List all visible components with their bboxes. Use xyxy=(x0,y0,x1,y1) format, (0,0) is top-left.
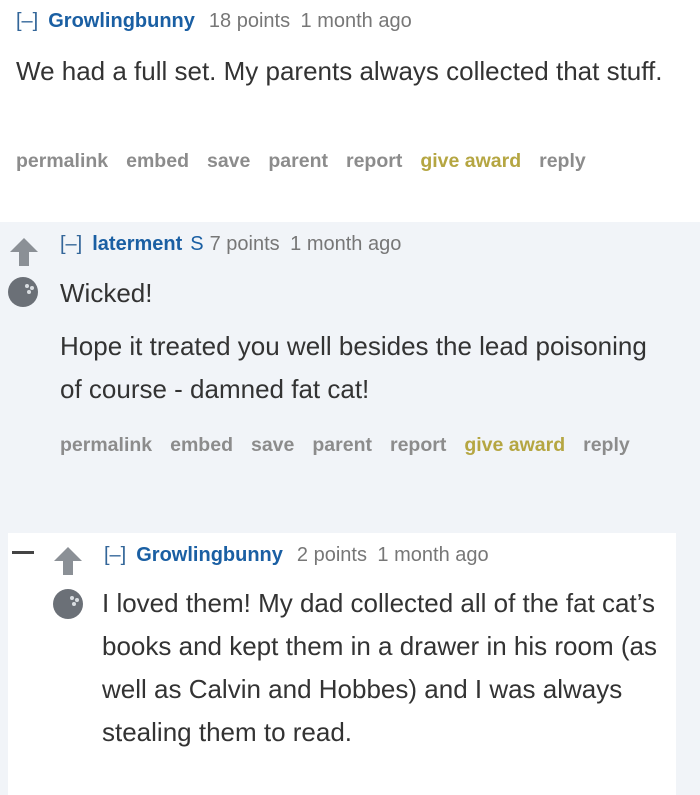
reply-link[interactable]: reply xyxy=(583,434,630,456)
comment-actions: permalink embed save parent report give award… xyxy=(16,150,604,173)
permalink-link[interactable]: permalink xyxy=(60,434,152,456)
parent-link[interactable]: parent xyxy=(268,150,328,172)
reply-link[interactable]: reply xyxy=(539,150,586,172)
parent-link[interactable]: parent xyxy=(312,434,372,456)
report-link[interactable]: report xyxy=(390,434,446,456)
comment-paragraph: Hope it treated you well besides the lea… xyxy=(60,331,647,404)
embed-link[interactable]: embed xyxy=(170,434,233,456)
collapse-dash-icon[interactable] xyxy=(12,551,34,554)
upvote-arrow-icon[interactable] xyxy=(8,236,40,268)
permalink-link[interactable]: permalink xyxy=(16,150,108,172)
upvote-arrow-icon[interactable] xyxy=(52,545,84,577)
comment-body: Wicked! Hope it treated you well besides… xyxy=(60,272,660,411)
give-award-link[interactable]: give award xyxy=(420,150,521,172)
give-award-link[interactable]: give award xyxy=(464,434,565,456)
comment-actions: permalink embed save parent report give award… xyxy=(60,427,650,463)
bowling-ball-icon xyxy=(8,277,38,307)
author-link[interactable]: Growlingbunny xyxy=(48,10,195,32)
comment-body: We had a full set. My parents always col… xyxy=(16,56,663,86)
collapse-toggle[interactable]: [–] xyxy=(104,544,126,566)
comment-tagline: [–] laterment S 7 points 1 month ago xyxy=(60,233,401,256)
bowling-ball-icon xyxy=(53,589,83,619)
author-link[interactable]: Growlingbunny xyxy=(136,544,283,566)
collapse-toggle[interactable]: [–] xyxy=(60,233,82,255)
collapse-toggle[interactable]: [–] xyxy=(16,10,38,32)
score: 7 points xyxy=(209,233,280,255)
save-link[interactable]: save xyxy=(251,434,294,456)
comment-growlingbunny-2: [–] Growlingbunny 2 points 1 month ago I l… xyxy=(8,533,676,795)
submitter-badge: S xyxy=(190,233,204,255)
report-link[interactable]: report xyxy=(346,150,402,172)
save-link[interactable]: save xyxy=(207,150,250,172)
embed-link[interactable]: embed xyxy=(126,150,189,172)
comment-tagline: [–] Growlingbunny 2 points 1 month ago xyxy=(104,544,489,567)
score: 18 points xyxy=(208,10,291,32)
comment-body: I loved them! My dad collected all of th… xyxy=(102,588,657,747)
comment-tagline: [–] Growlingbunny 18 points 1 month ago xyxy=(16,10,412,33)
comment-paragraph: Wicked! xyxy=(60,278,153,308)
timestamp[interactable]: 1 month ago xyxy=(301,10,412,32)
author-link[interactable]: laterment xyxy=(92,233,182,255)
timestamp[interactable]: 1 month ago xyxy=(290,233,401,255)
timestamp[interactable]: 1 month ago xyxy=(377,544,488,566)
score: 2 points xyxy=(296,544,367,566)
comment-growlingbunny-1: [–] Growlingbunny 18 points 1 month ago We… xyxy=(0,0,700,222)
